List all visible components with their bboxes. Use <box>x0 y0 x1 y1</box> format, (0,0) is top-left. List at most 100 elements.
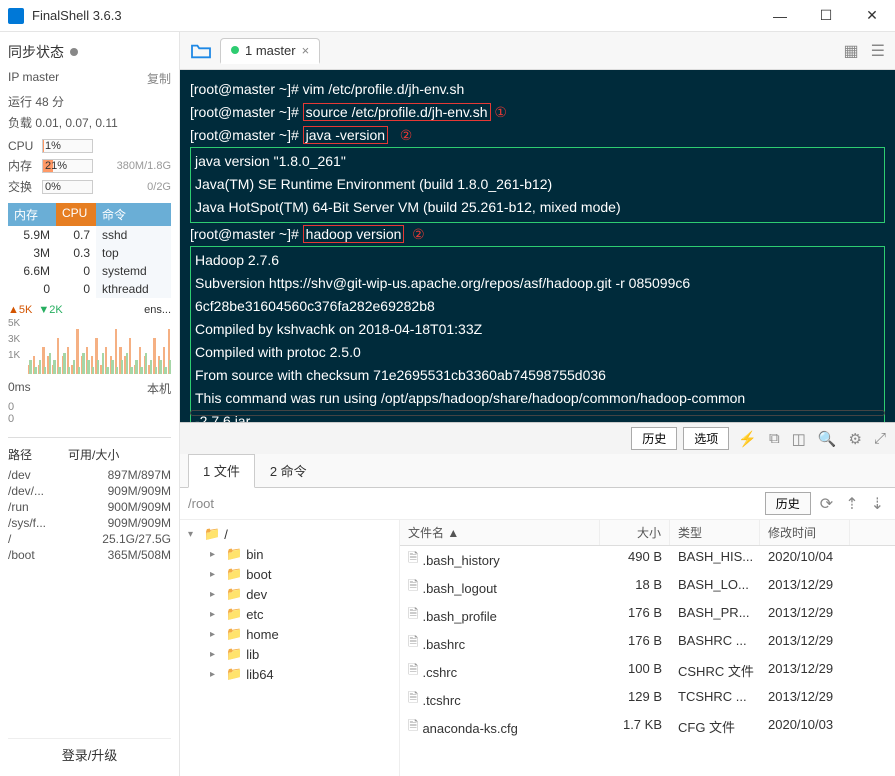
tree-node[interactable]: ▸📁boot <box>206 564 395 584</box>
login-link[interactable]: 登录/升级 <box>8 738 171 770</box>
file-row[interactable]: 🗎 .bash_logout18 BBASH_LO...2013/12/29 <box>400 574 895 602</box>
options-button[interactable]: 选项 <box>683 427 729 450</box>
tree-root[interactable]: ▾ 📁 / <box>184 524 395 544</box>
content: 1 master × ▦ ☰ [root@master ~]# vim /etc… <box>180 32 895 776</box>
col-size[interactable]: 大小 <box>600 520 670 545</box>
maximize-button[interactable]: ☐ <box>803 0 849 32</box>
folder-icon: 📁 <box>226 606 242 622</box>
tree-node[interactable]: ▸📁lib <box>206 644 395 664</box>
current-path[interactable]: /root <box>188 496 759 511</box>
terminal-scrollbar[interactable] <box>190 410 885 416</box>
file-icon: 🗎 <box>408 633 418 655</box>
close-tab-icon[interactable]: × <box>302 43 310 58</box>
layout-icon[interactable]: ◫ <box>789 430 809 448</box>
copy-icon[interactable]: ⧉ <box>766 430 783 447</box>
tab-commands[interactable]: 2 命令 <box>255 454 322 487</box>
col-type[interactable]: 类型 <box>670 520 760 545</box>
uptime: 运行 48 分 <box>8 91 171 112</box>
sync-status: 同步状态 <box>8 38 171 66</box>
folder-icon: 📁 <box>226 666 242 682</box>
folder-tree[interactable]: ▾ 📁 / ▸📁bin▸📁boot▸📁dev▸📁etc▸📁home▸📁lib▸📁… <box>180 520 400 776</box>
gear-icon[interactable]: ⚙ <box>846 430 865 448</box>
download-icon[interactable]: ⇣ <box>868 494 887 514</box>
history-button[interactable]: 历史 <box>631 427 677 450</box>
file-row[interactable]: 🗎 anaconda-ks.cfg1.7 KBCFG 文件2020/10/03 <box>400 714 895 742</box>
expand-icon[interactable]: ⤢ <box>871 430 889 447</box>
app-icon <box>8 8 24 24</box>
file-list-header: 文件名 ▲ 大小 类型 修改时间 <box>400 520 895 546</box>
sidebar: 同步状态 IP master 复制 运行 48 分 负载 0.01, 0.07,… <box>0 32 180 776</box>
load-avg: 负载 0.01, 0.07, 0.11 <box>8 112 171 137</box>
process-header: 内存 CPU 命令 <box>8 203 171 226</box>
tree-node[interactable]: ▸📁etc <box>206 604 395 624</box>
disk-row[interactable]: /25.1G/27.5G <box>8 531 171 547</box>
bolt-icon[interactable]: ⚡ <box>735 430 760 448</box>
folder-icon: 📁 <box>226 566 242 582</box>
file-list: 文件名 ▲ 大小 类型 修改时间 🗎 .bash_history490 BBAS… <box>400 520 895 776</box>
tree-node[interactable]: ▸📁home <box>206 624 395 644</box>
upload-icon[interactable]: ⇡ <box>842 494 861 514</box>
up-icon: ▲5K <box>8 304 32 316</box>
file-row[interactable]: 🗎 .cshrc100 BCSHRC 文件2013/12/29 <box>400 658 895 686</box>
disk-row[interactable]: /sys/f...909M/909M <box>8 515 171 531</box>
ip-row: IP master 复制 <box>8 66 171 91</box>
connected-dot-icon <box>231 46 239 54</box>
tree-node[interactable]: ▸📁bin <box>206 544 395 564</box>
disk-header: 路径 可用/大小 <box>8 442 171 467</box>
tree-node[interactable]: ▸📁dev <box>206 584 395 604</box>
folder-icon: 📁 <box>226 586 242 602</box>
tree-node[interactable]: ▸📁lib64 <box>206 664 395 684</box>
grid-view-icon[interactable]: ▦ <box>840 41 863 61</box>
chevron-right-icon[interactable]: ▸ <box>210 569 222 580</box>
search-icon[interactable]: 🔍 <box>815 430 840 448</box>
minimize-button[interactable]: — <box>757 0 803 32</box>
titlebar: FinalShell 3.6.3 — ☐ ✕ <box>0 0 895 32</box>
path-bar: /root 历史 ⟳ ⇡ ⇣ <box>180 488 895 520</box>
file-row[interactable]: 🗎 .tcshrc129 BTCSHRC ...2013/12/29 <box>400 686 895 714</box>
file-row[interactable]: 🗎 .bash_profile176 BBASH_PR...2013/12/29 <box>400 602 895 630</box>
open-folder-icon[interactable] <box>186 38 216 64</box>
process-row[interactable]: 6.6M0systemd <box>8 262 171 280</box>
chevron-right-icon[interactable]: ▸ <box>210 589 222 600</box>
swap-meter: 交换 0% 0/2G <box>8 176 171 197</box>
copy-link[interactable]: 复制 <box>147 70 171 87</box>
chevron-right-icon[interactable]: ▸ <box>210 549 222 560</box>
menu-icon[interactable]: ☰ <box>867 41 889 61</box>
folder-icon: 📁 <box>226 626 242 642</box>
chevron-right-icon[interactable]: ▸ <box>210 649 222 660</box>
path-history-button[interactable]: 历史 <box>765 492 811 515</box>
process-row[interactable]: 3M0.3top <box>8 244 171 262</box>
hadoop-version-output: Hadoop 2.7.6 Subversion https://shv@git-… <box>190 246 885 422</box>
file-icon: 🗎 <box>408 605 418 627</box>
refresh-icon[interactable]: ⟳ <box>817 494 836 514</box>
chevron-right-icon[interactable]: ▸ <box>210 629 222 640</box>
disk-row[interactable]: /dev/...909M/909M <box>8 483 171 499</box>
disk-row[interactable]: /dev897M/897M <box>8 467 171 483</box>
close-button[interactable]: ✕ <box>849 0 895 32</box>
file-icon: 🗎 <box>408 549 418 571</box>
col-name[interactable]: 文件名 ▲ <box>400 520 600 545</box>
net-stats: ▲5K ▼2K ens... <box>8 298 171 318</box>
cpu-meter: CPU 1% <box>8 137 171 155</box>
file-row[interactable]: 🗎 .bash_history490 BBASH_HIS...2020/10/0… <box>400 546 895 574</box>
tab-files[interactable]: 1 文件 <box>188 454 255 488</box>
process-row[interactable]: 5.9M0.7sshd <box>8 226 171 244</box>
process-row[interactable]: 00kthreadd <box>8 280 171 298</box>
file-icon: 🗎 <box>408 661 418 683</box>
network-chart: 5K 3K 1K <box>8 318 171 374</box>
file-row[interactable]: 🗎 .bashrc176 BBASHRC ...2013/12/29 <box>400 630 895 658</box>
tab-master[interactable]: 1 master × <box>220 38 320 64</box>
sub-tabs: 1 文件 2 命令 <box>180 454 895 488</box>
terminal-toolbar: 历史 选项 ⚡ ⧉ ◫ 🔍 ⚙ ⤢ <box>180 422 895 454</box>
terminal[interactable]: [root@master ~]# vim /etc/profile.d/jh-e… <box>180 70 895 422</box>
folder-icon: 📁 <box>204 526 220 542</box>
java-version-output: java version "1.8.0_261" Java(TM) SE Run… <box>190 147 885 222</box>
chevron-right-icon[interactable]: ▸ <box>210 609 222 620</box>
mem-meter: 内存 21% 380M/1.8G <box>8 155 171 176</box>
file-icon: 🗎 <box>408 689 418 711</box>
disk-row[interactable]: /run900M/909M <box>8 499 171 515</box>
col-date[interactable]: 修改时间 <box>760 520 850 545</box>
chevron-down-icon[interactable]: ▾ <box>188 529 200 540</box>
disk-row[interactable]: /boot365M/508M <box>8 547 171 563</box>
chevron-right-icon[interactable]: ▸ <box>210 669 222 680</box>
